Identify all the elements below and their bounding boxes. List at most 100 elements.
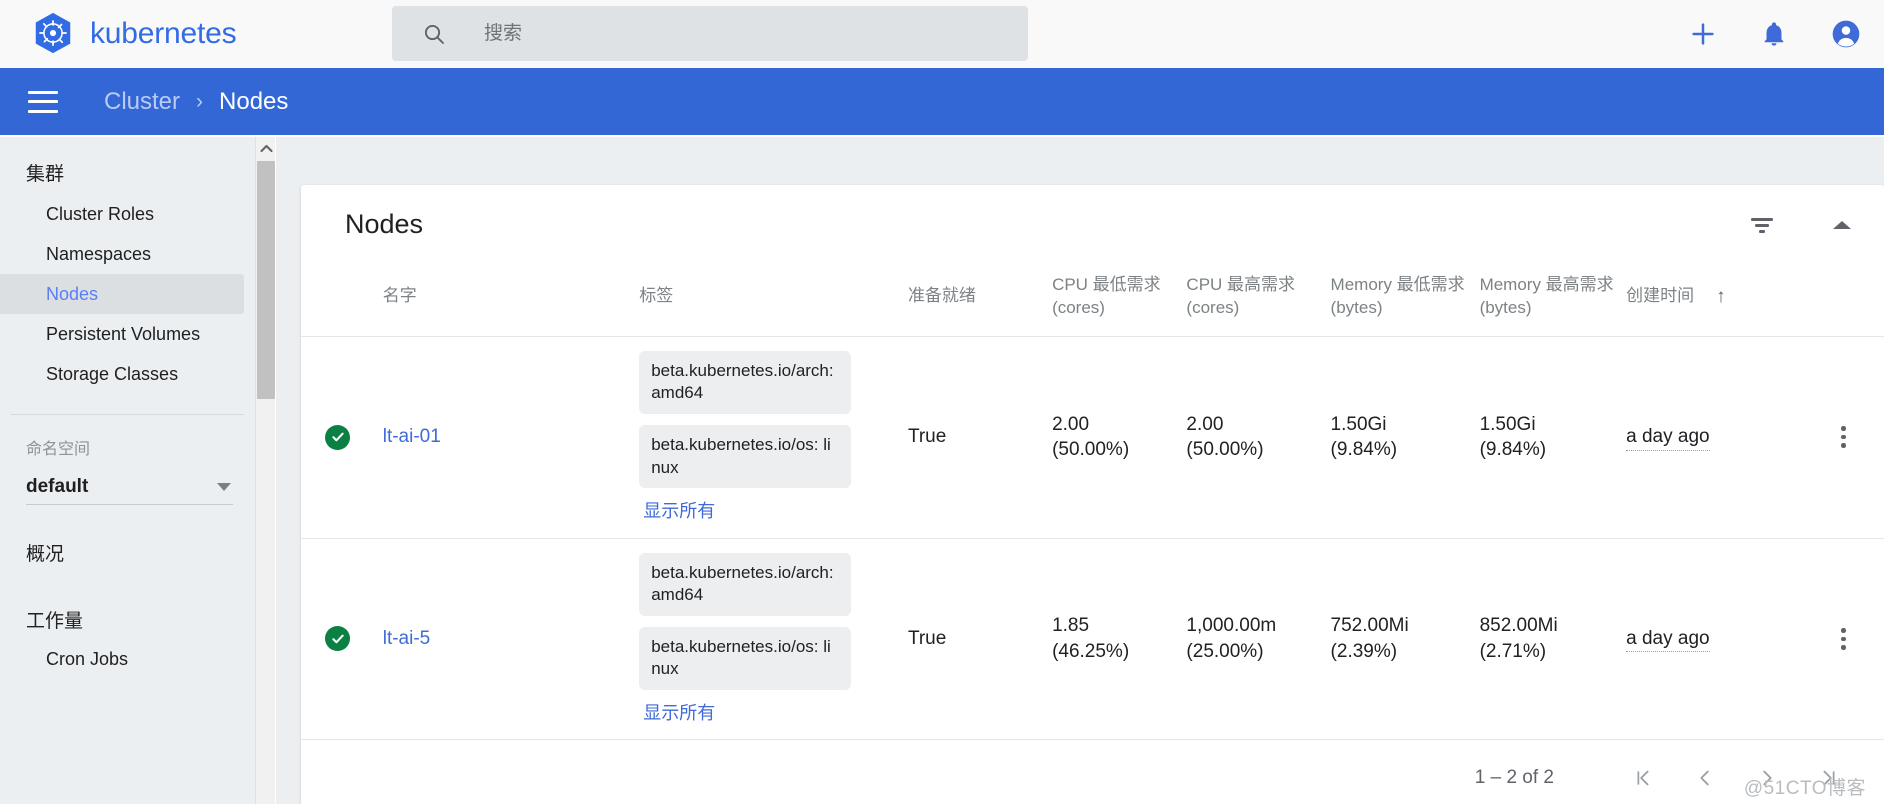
check-icon bbox=[331, 634, 344, 644]
label-chip-list: beta.kubernetes.io/arch: amd64 beta.kube… bbox=[639, 552, 896, 726]
cell-cpu-max: 1,000.00m (25.00%) bbox=[1180, 538, 1325, 741]
column-header-cpu-min[interactable]: CPU 最低需求 (cores) bbox=[1046, 264, 1181, 337]
column-header-created[interactable]: 创建时间 ↑ bbox=[1620, 264, 1804, 337]
label-chip: beta.kubernetes.io/os: linux bbox=[639, 425, 852, 489]
table-body: lt-ai-01 beta.kubernetes.io/arch: amd64 … bbox=[301, 336, 1884, 741]
table-row[interactable]: lt-ai-5 beta.kubernetes.io/arch: amd64 b… bbox=[301, 538, 1884, 741]
cell-name: lt-ai-5 bbox=[376, 538, 634, 741]
scrollbar-thumb[interactable] bbox=[257, 161, 275, 399]
column-header-mem-max[interactable]: Memory 最高需求 (bytes) bbox=[1473, 264, 1621, 337]
filter-list-icon[interactable] bbox=[1748, 214, 1776, 236]
namespace-select[interactable]: default bbox=[26, 469, 233, 505]
column-header-cpu-max[interactable]: CPU 最高需求 (cores) bbox=[1180, 264, 1325, 337]
hamburger-menu-icon[interactable] bbox=[28, 90, 58, 113]
more-vert-icon[interactable] bbox=[1809, 426, 1878, 448]
breadcrumb-item-cluster[interactable]: Cluster bbox=[104, 88, 180, 116]
bell-icon[interactable] bbox=[1760, 20, 1788, 48]
label-chip: beta.kubernetes.io/arch: amd64 bbox=[639, 350, 852, 415]
sidebar-item-label: Cron Jobs bbox=[46, 648, 129, 669]
main-content: Nodes 名字 标签 准备就绪 CPU 最低需求 (cores) CPU 最高… bbox=[276, 137, 1884, 804]
scrollbar-up-button[interactable] bbox=[256, 137, 276, 159]
node-link[interactable]: lt-ai-5 bbox=[383, 628, 431, 649]
node-link[interactable]: lt-ai-01 bbox=[383, 426, 441, 447]
sidebar-item-label: Storage Classes bbox=[46, 363, 179, 384]
breadcrumb-separator-icon: › bbox=[196, 89, 204, 113]
breadcrumb-item-nodes: Nodes bbox=[219, 87, 289, 115]
table-header: 名字 标签 准备就绪 CPU 最低需求 (cores) CPU 最高需求 (co… bbox=[301, 264, 1884, 337]
sidebar-item-nodes[interactable]: Nodes bbox=[0, 274, 244, 314]
nodes-card: Nodes 名字 标签 准备就绪 CPU 最低需求 (cores) CPU 最高… bbox=[301, 185, 1884, 804]
breadcrumb: Cluster › Nodes bbox=[104, 88, 288, 116]
column-header-created-label: 创建时间 bbox=[1626, 286, 1695, 306]
brand-name: kubernetes bbox=[90, 17, 237, 50]
cell-menu bbox=[1803, 336, 1884, 539]
last-page-button[interactable] bbox=[1798, 754, 1860, 802]
card-header: Nodes bbox=[301, 185, 1884, 264]
label-chip: beta.kubernetes.io/arch: amd64 bbox=[639, 552, 852, 616]
sidebar-section-workload-title: 工作量 bbox=[26, 611, 84, 632]
sidebar-item-label: Cluster Roles bbox=[46, 203, 155, 224]
kubernetes-helm-logo-icon bbox=[35, 12, 71, 54]
sidebar-item-namespaces[interactable]: Namespaces bbox=[0, 234, 255, 274]
namespace-section-label: 命名空间 bbox=[26, 441, 91, 458]
cell-name: lt-ai-01 bbox=[376, 336, 634, 539]
sidebar-item-label: Namespaces bbox=[46, 243, 152, 264]
check-circle-icon bbox=[325, 424, 350, 450]
cell-cpu-max: 2.00 (50.00%) bbox=[1180, 336, 1325, 539]
next-page-button[interactable] bbox=[1736, 754, 1798, 802]
cell-cpu-min: 1.85 (46.25%) bbox=[1046, 538, 1181, 741]
cell-created: a day ago bbox=[1620, 336, 1804, 539]
nodes-table: 名字 标签 准备就绪 CPU 最低需求 (cores) CPU 最高需求 (co… bbox=[301, 264, 1884, 741]
first-page-icon bbox=[1637, 771, 1649, 786]
cell-ready: True bbox=[901, 538, 1047, 741]
check-icon bbox=[331, 432, 344, 442]
cell-status bbox=[301, 336, 377, 539]
column-header-mem-min[interactable]: Memory 最低需求 (bytes) bbox=[1324, 264, 1474, 337]
column-header-ready[interactable]: 准备就绪 bbox=[901, 264, 1047, 337]
top-bar-actions bbox=[1688, 0, 1862, 68]
card-header-actions bbox=[1748, 214, 1854, 236]
label-chip-list: beta.kubernetes.io/arch: amd64 beta.kube… bbox=[639, 350, 896, 524]
prev-page-button[interactable] bbox=[1674, 754, 1736, 802]
cell-labels: beta.kubernetes.io/arch: amd64 beta.kube… bbox=[633, 538, 902, 741]
first-page-button[interactable] bbox=[1612, 754, 1674, 802]
table-row[interactable]: lt-ai-01 beta.kubernetes.io/arch: amd64 … bbox=[301, 336, 1884, 539]
chevron-up-icon bbox=[259, 144, 273, 152]
search-input[interactable] bbox=[482, 21, 1002, 46]
show-all-labels-link[interactable]: 显示所有 bbox=[639, 701, 715, 725]
pagination: 1 – 2 of 2 bbox=[301, 740, 1884, 804]
chevron-right-icon bbox=[1763, 771, 1772, 786]
sidebar-item-cluster-roles[interactable]: Cluster Roles bbox=[0, 194, 255, 234]
cell-mem-min: 752.00Mi (2.39%) bbox=[1324, 538, 1474, 741]
column-header-name[interactable]: 名字 bbox=[376, 264, 634, 337]
last-page-icon bbox=[1823, 771, 1835, 786]
breadcrumb-bar: Cluster › Nodes bbox=[0, 68, 1884, 135]
sidebar-item-overview[interactable]: 概况 bbox=[0, 505, 255, 572]
account-circle-icon[interactable] bbox=[1830, 18, 1862, 50]
sidebar-item-persistent-volumes[interactable]: Persistent Volumes bbox=[0, 314, 255, 354]
cell-labels: beta.kubernetes.io/arch: amd64 beta.kube… bbox=[633, 336, 902, 539]
sidebar-item-storage-classes[interactable]: Storage Classes bbox=[0, 354, 255, 394]
cell-mem-max: 1.50Gi (9.84%) bbox=[1473, 336, 1621, 539]
more-vert-icon[interactable] bbox=[1809, 628, 1878, 650]
column-header-labels[interactable]: 标签 bbox=[633, 264, 902, 337]
table-header-row: 名字 标签 准备就绪 CPU 最低需求 (cores) CPU 最高需求 (co… bbox=[301, 264, 1884, 337]
brand-logo[interactable]: kubernetes bbox=[30, 11, 237, 57]
column-header-status bbox=[301, 264, 377, 337]
sidebar-scrollbar[interactable] bbox=[255, 137, 275, 804]
sidebar-section-cluster-title: 集群 bbox=[26, 164, 65, 185]
check-circle-icon bbox=[325, 626, 350, 652]
sidebar-item-label: Persistent Volumes bbox=[46, 323, 201, 344]
sidebar-item-cron-jobs[interactable]: Cron Jobs bbox=[0, 639, 255, 679]
cell-mem-min: 1.50Gi (9.84%) bbox=[1324, 336, 1474, 539]
show-all-labels-link[interactable]: 显示所有 bbox=[639, 499, 715, 523]
label-chip: beta.kubernetes.io/os: linux bbox=[639, 626, 852, 691]
caret-up-icon[interactable] bbox=[1830, 217, 1854, 233]
pagination-range: 1 – 2 of 2 bbox=[1474, 767, 1554, 789]
search-box[interactable] bbox=[392, 6, 1028, 61]
created-timestamp: a day ago bbox=[1626, 626, 1710, 653]
plus-icon[interactable] bbox=[1688, 19, 1718, 49]
sidebar-item-label: Nodes bbox=[46, 283, 99, 304]
cell-created: a day ago bbox=[1620, 538, 1804, 741]
cell-cpu-min: 2.00 (50.00%) bbox=[1046, 336, 1181, 539]
